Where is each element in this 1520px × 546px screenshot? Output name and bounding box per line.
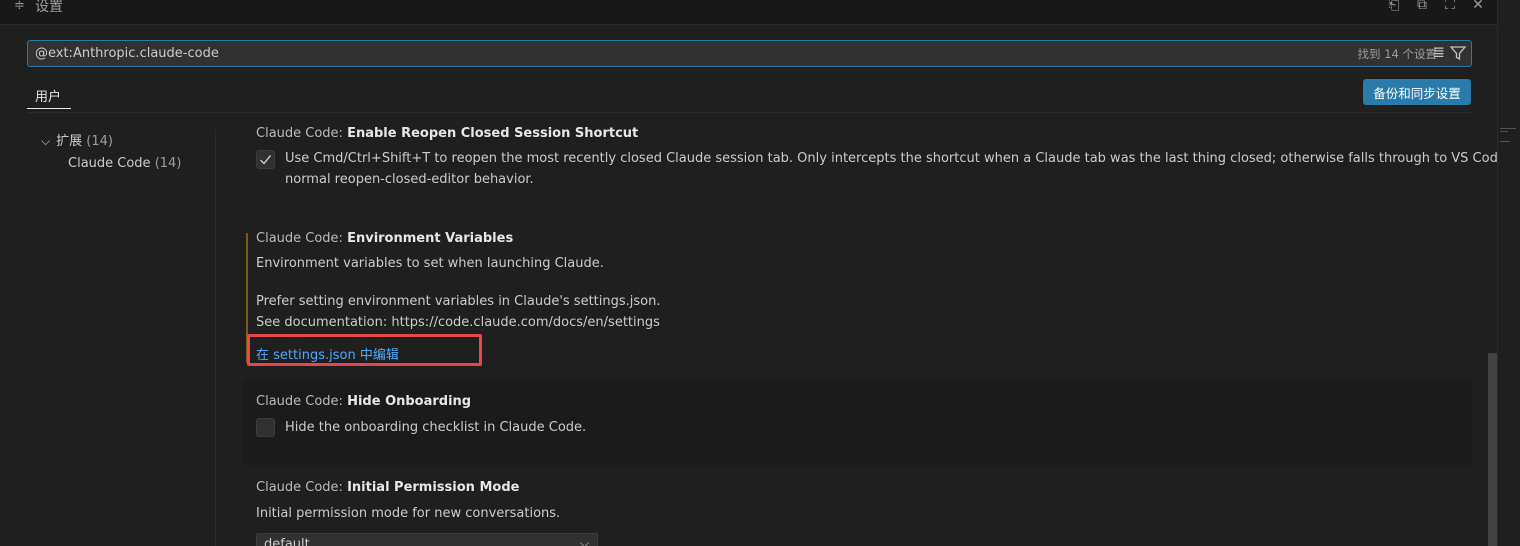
minimap-mark: [1500, 128, 1516, 129]
setting-initial-permission-mode: Claude Code: Initial Permission Mode Ini…: [242, 477, 1472, 546]
setting-title: Claude Code: Environment Variables: [256, 231, 513, 246]
setting-description: Initial permission mode for new conversa…: [256, 506, 561, 521]
search-input[interactable]: @ext:Anthropic.claude-code: [35, 46, 219, 61]
backup-sync-button[interactable]: 备份和同步设置: [1363, 79, 1471, 105]
setting-documentation: See documentation: https://code.claude.c…: [256, 315, 660, 330]
setting-category: Claude Code:: [256, 394, 348, 409]
toc-group-extensions[interactable]: ⌵ 扩展 (14): [41, 130, 113, 149]
split-editor-icon[interactable]: ⧉: [1415, 0, 1429, 13]
minimap-mark: [1500, 141, 1510, 142]
search-result-count: 找到 14 个设置: [1357, 47, 1437, 61]
scope-divider: [27, 112, 1472, 113]
permission-mode-select[interactable]: default ⌵: [256, 533, 598, 546]
filter-icon[interactable]: [1449, 44, 1467, 62]
setting-description: Hide the onboarding checklist in Claude …: [285, 420, 587, 435]
setting-name: Environment Variables: [347, 231, 514, 246]
toc-group-label: 扩展: [56, 134, 83, 149]
setting-hide-onboarding: Claude Code: Hide Onboarding Hide the on…: [242, 380, 1472, 465]
setting-title: Claude Code: Hide Onboarding: [256, 394, 471, 409]
open-json-icon[interactable]: ⎗: [1387, 0, 1401, 13]
minimap-mark: [1500, 131, 1508, 132]
editor-tab-bar: ≑ 设置 ⎗ ⧉ ⛶ ✕: [0, 0, 1497, 25]
setting-category: Claude Code:: [256, 126, 348, 141]
setting-description-note: Prefer setting environment variables in …: [256, 294, 661, 309]
setting-description: Use Cmd/Ctrl+Shift+T to reopen the most …: [285, 151, 1517, 166]
setting-name: Initial Permission Mode: [347, 480, 520, 495]
tab-title[interactable]: 设置: [35, 0, 63, 16]
toc-divider: [215, 130, 216, 546]
toc-item-count: (14): [154, 156, 182, 171]
maximize-icon[interactable]: ⛶: [1443, 0, 1457, 13]
setting-checkbox[interactable]: [256, 150, 275, 169]
setting-category: Claude Code:: [256, 480, 348, 495]
settings-sliders-icon: ≑: [14, 0, 25, 13]
setting-description: Environment variables to set when launch…: [256, 256, 604, 271]
setting-checkbox[interactable]: [256, 418, 275, 437]
checkmark-icon: [260, 155, 272, 165]
setting-enable-reopen-closed-session-shortcut: Claude Code: Enable Reopen Closed Sessio…: [242, 120, 1516, 200]
settings-search-box[interactable]: @ext:Anthropic.claude-code 找到 14 个设置 ≣: [27, 40, 1472, 67]
toc-item-label: Claude Code: [68, 156, 151, 171]
setting-name: Enable Reopen Closed Session Shortcut: [347, 126, 639, 141]
active-tab-indicator: [27, 108, 71, 109]
clear-filter-icon[interactable]: ≣: [1432, 43, 1445, 61]
setting-title: Claude Code: Initial Permission Mode: [256, 480, 519, 495]
tab-user-settings[interactable]: 用户: [35, 86, 61, 105]
chevron-down-icon: ⌵: [41, 134, 51, 148]
toc-group-count: (14): [86, 134, 113, 149]
tab-actions: ⎗ ⧉ ⛶ ✕: [1387, 0, 1485, 13]
select-value: default: [264, 537, 310, 546]
toc-item-claude-code[interactable]: Claude Code (14): [68, 156, 181, 171]
setting-title: Claude Code: Enable Reopen Closed Sessio…: [256, 126, 638, 141]
settings-editor: @ext:Anthropic.claude-code 找到 14 个设置 ≣ 用…: [0, 25, 1516, 546]
scrollbar-thumb[interactable]: [1488, 353, 1497, 546]
annotation-highlight-box: [247, 334, 482, 366]
chevron-down-icon: ⌵: [579, 536, 589, 546]
side-panel: [1497, 0, 1520, 546]
close-icon[interactable]: ✕: [1471, 0, 1485, 13]
setting-category: Claude Code:: [256, 231, 348, 246]
setting-description-cont: normal reopen-closed-editor behavior.: [285, 172, 534, 187]
setting-name: Hide Onboarding: [347, 394, 472, 409]
